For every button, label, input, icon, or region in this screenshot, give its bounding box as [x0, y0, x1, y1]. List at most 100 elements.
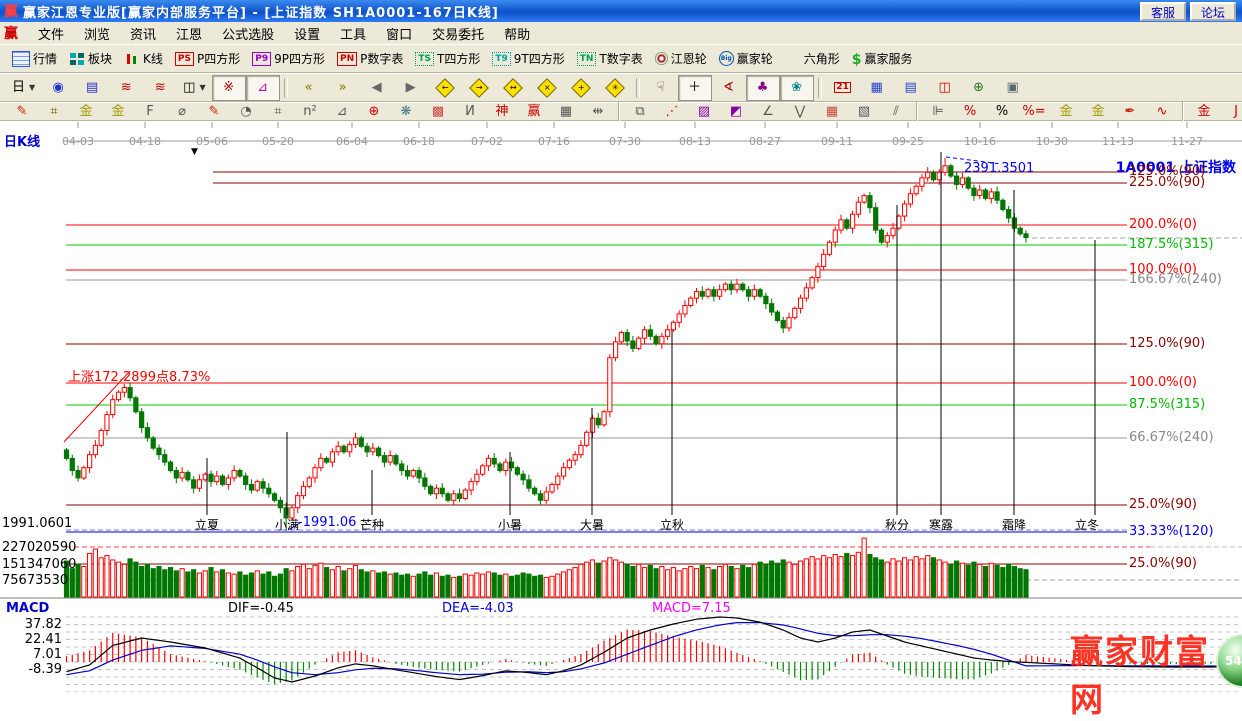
- gold-grid-2[interactable]: 金: [102, 102, 134, 121]
- toolbar-button-六角形[interactable]: 六角形: [779, 46, 846, 72]
- mirror-angle[interactable]: ⊿: [326, 102, 358, 121]
- menu-item-0[interactable]: 文件: [28, 22, 74, 45]
- box-tool[interactable]: ⧉: [624, 102, 656, 121]
- prev-page[interactable]: ◀: [360, 75, 394, 101]
- win-grid[interactable]: 赢: [518, 102, 550, 121]
- candle: [64, 450, 68, 458]
- candle-style[interactable]: ◫▼: [177, 75, 211, 101]
- toolbar-button-行情[interactable]: 行情: [6, 46, 63, 72]
- toolbar-button-江恩轮[interactable]: 江恩轮: [649, 46, 713, 72]
- gold-level[interactable]: 金: [1082, 102, 1114, 121]
- volume-bar: [272, 576, 276, 597]
- web-grid[interactable]: ▩: [422, 102, 454, 121]
- k-prime[interactable]: И: [454, 102, 486, 121]
- diamond-plus[interactable]: +: [564, 75, 598, 101]
- angle-measure[interactable]: ∢: [712, 75, 746, 101]
- diamond-cross[interactable]: ×: [530, 75, 564, 101]
- first-page[interactable]: «: [292, 75, 326, 101]
- percent-line[interactable]: %=: [1018, 102, 1050, 121]
- toolbar-button-T数字表[interactable]: TNT数字表: [571, 46, 649, 72]
- brain-tool[interactable]: ❀: [780, 75, 814, 101]
- pattern-tool[interactable]: ※: [212, 75, 246, 101]
- red-grid[interactable]: ▦: [816, 102, 848, 121]
- toolbar-button-P数字表[interactable]: PNP数字表: [331, 46, 409, 72]
- n-square[interactable]: n²: [294, 102, 326, 121]
- width-arrows[interactable]: ⇹: [582, 102, 614, 121]
- v-wave[interactable]: ⋁: [784, 102, 816, 121]
- next-page[interactable]: ▶: [394, 75, 428, 101]
- forum-button[interactable]: 论坛: [1190, 2, 1236, 21]
- shen-grid[interactable]: 神: [486, 102, 518, 121]
- pencil-measure[interactable]: ✎: [198, 102, 230, 121]
- menu-item-2[interactable]: 资讯: [120, 22, 166, 45]
- tree-tool[interactable]: ♣: [746, 75, 780, 101]
- percent-slash[interactable]: %: [954, 102, 986, 121]
- f-grid[interactable]: F: [134, 102, 166, 121]
- toolbar-button-P四方形[interactable]: PSP四方形: [169, 46, 246, 72]
- gann-grid[interactable]: ⌗: [38, 102, 70, 121]
- toolbar-button-板块[interactable]: 板块: [63, 46, 118, 72]
- toolbar-button-9P四方形[interactable]: P99P四方形: [246, 46, 331, 72]
- crosshair-tool[interactable]: ＋: [678, 75, 712, 101]
- toolbar-button-赢家轮[interactable]: Big赢家轮: [713, 46, 779, 72]
- wave-9[interactable]: ≋: [143, 75, 177, 101]
- menu-item-5[interactable]: 设置: [284, 22, 330, 45]
- hand-tool[interactable]: ☟: [644, 75, 678, 101]
- grid-arrow[interactable]: ▧: [848, 102, 880, 121]
- volume-profile[interactable]: ⊿: [246, 75, 280, 101]
- star-web[interactable]: ❋: [390, 102, 422, 121]
- menu-item-7[interactable]: 窗口: [376, 22, 422, 45]
- toolbar-button-label: 江恩轮: [671, 50, 707, 67]
- diamond-hspan[interactable]: ↔: [496, 75, 530, 101]
- support-button[interactable]: 客服: [1140, 2, 1186, 21]
- gold-circle[interactable]: 金: [1050, 102, 1082, 121]
- pencil-tool[interactable]: ✎: [6, 102, 38, 121]
- menu-item-6[interactable]: 工具: [330, 22, 376, 45]
- fan-box[interactable]: ◩: [720, 102, 752, 121]
- diamond-right[interactable]: →: [462, 75, 496, 101]
- world-clock-tool[interactable]: ⊕: [962, 75, 996, 101]
- calculator-tool[interactable]: ▦: [860, 75, 894, 101]
- red-fan[interactable]: ⋰: [656, 102, 688, 121]
- volume-bar: [885, 562, 889, 597]
- wave-percent[interactable]: ∿: [1146, 102, 1178, 121]
- gold-grid-1[interactable]: 金: [70, 102, 102, 121]
- menu-item-1[interactable]: 浏览: [74, 22, 120, 45]
- box-ruler[interactable]: ▦: [550, 102, 582, 121]
- price-ruler[interactable]: ⌗: [262, 102, 294, 121]
- menu-item-9[interactable]: 帮助: [494, 22, 540, 45]
- parallel-lines[interactable]: ⫽: [880, 102, 912, 121]
- ink-angle[interactable]: ✒: [1114, 102, 1146, 121]
- menu-item-3[interactable]: 江恩: [166, 22, 212, 45]
- compass-tool[interactable]: ⊕: [358, 102, 390, 121]
- macd-scale-label: 7.01: [2, 647, 62, 662]
- j-fan[interactable]: J: [1220, 102, 1242, 121]
- overlay-chart[interactable]: ◉: [41, 75, 75, 101]
- angle-lines[interactable]: ∠: [752, 102, 784, 121]
- toolbar-button-T四方形[interactable]: TST四方形: [409, 46, 486, 72]
- last-page[interactable]: »: [326, 75, 360, 101]
- menu-item-4[interactable]: 公式选股: [212, 22, 284, 45]
- notes-tool[interactable]: ▤: [894, 75, 928, 101]
- spiral-tool[interactable]: ⌀: [166, 102, 198, 121]
- chart-canvas[interactable]: 日K线 1A0001 上证指数 ▼ 上涨172.2899点8.73% 2391.…: [0, 121, 1242, 692]
- clock-circle[interactable]: ◔: [230, 102, 262, 121]
- scale-ruler[interactable]: ⊫: [922, 102, 954, 121]
- save-tool[interactable]: ◫: [928, 75, 962, 101]
- wave-3[interactable]: ≋: [109, 75, 143, 101]
- diamond-left[interactable]: ←: [428, 75, 462, 101]
- toolbar-button-赢家服务[interactable]: $赢家服务: [846, 46, 919, 72]
- gold-fan[interactable]: 金: [1188, 102, 1220, 121]
- info-list[interactable]: ▤: [75, 75, 109, 101]
- period-day[interactable]: 日▼: [6, 75, 41, 101]
- candle: [804, 288, 808, 298]
- diamond-star[interactable]: ✳: [598, 75, 632, 101]
- percent-tool[interactable]: %: [986, 102, 1018, 121]
- purple-fan[interactable]: ▨: [688, 102, 720, 121]
- menu-item-8[interactable]: 交易委托: [422, 22, 494, 45]
- calendar-tool[interactable]: 21: [826, 75, 860, 101]
- volume-bar: [816, 559, 820, 597]
- toolbar-button-K线[interactable]: K线: [118, 46, 169, 72]
- print-tool[interactable]: ▣: [996, 75, 1030, 101]
- toolbar-button-9T四方形[interactable]: T99T四方形: [486, 46, 570, 72]
